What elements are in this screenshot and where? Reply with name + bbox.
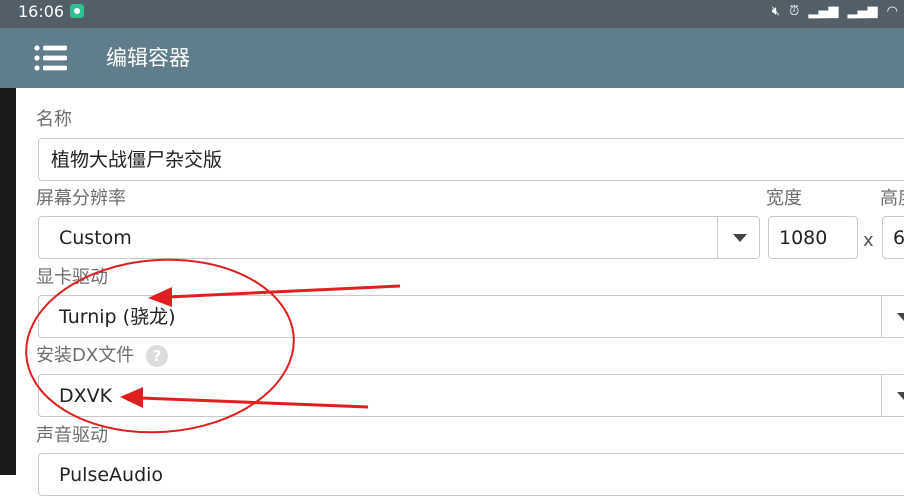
chevron-down-icon <box>881 296 904 337</box>
resolution-label: 屏幕分辨率 <box>36 188 126 209</box>
height-value: 6 <box>893 227 904 249</box>
wifi-icon: ◠ <box>886 4 898 19</box>
chevron-down-icon <box>881 375 904 416</box>
name-value: 植物大战僵尸杂交版 <box>51 149 223 171</box>
height-label: 高度 <box>880 188 904 209</box>
signal-icon: ▂▄▆ <box>808 4 839 19</box>
dx-select[interactable]: DXVK <box>38 374 904 417</box>
height-input[interactable]: 6 <box>882 216 904 259</box>
menu-list-icon[interactable] <box>34 44 68 72</box>
left-edge <box>0 88 16 475</box>
gpu-driver-select[interactable]: Turnip (骁龙) <box>38 295 904 338</box>
app-toolbar: 编辑容器 <box>0 28 904 88</box>
status-icons: 🔇︎ ⏰︎ ▂▄▆ ▂▄▆ ◠ <box>767 2 898 22</box>
width-label: 宽度 <box>766 188 802 209</box>
width-input[interactable]: 1080 <box>768 216 858 259</box>
page-title: 编辑容器 <box>106 46 190 70</box>
help-icon[interactable]: ? <box>146 345 168 367</box>
resolution-select[interactable]: Custom <box>38 216 760 259</box>
width-value: 1080 <box>779 227 828 249</box>
dx-label: 安装DX文件 <box>36 345 135 366</box>
times-sign: x <box>863 230 874 251</box>
resolution-value: Custom <box>59 227 132 249</box>
alarm-icon: ⏰︎ <box>789 4 800 19</box>
status-time: 16:06 <box>18 2 65 21</box>
audio-driver-value: PulseAudio <box>59 464 164 486</box>
audio-driver-label: 声音驱动 <box>36 425 108 446</box>
gpu-driver-value: Turnip (骁龙) <box>59 306 176 328</box>
name-input[interactable]: 植物大战僵尸杂交版 <box>38 138 904 181</box>
name-label: 名称 <box>36 109 72 130</box>
mute-icon: 🔇︎ <box>771 4 780 19</box>
gpu-driver-label: 显卡驱动 <box>36 267 108 288</box>
dx-value: DXVK <box>59 385 113 407</box>
status-bar: 16:06 🔇︎ ⏰︎ ▂▄▆ ▂▄▆ ◠ <box>0 0 904 28</box>
signal-icon: ▂▄▆ <box>847 4 878 19</box>
app-notification-icon <box>70 4 84 18</box>
chevron-down-icon <box>717 217 759 258</box>
